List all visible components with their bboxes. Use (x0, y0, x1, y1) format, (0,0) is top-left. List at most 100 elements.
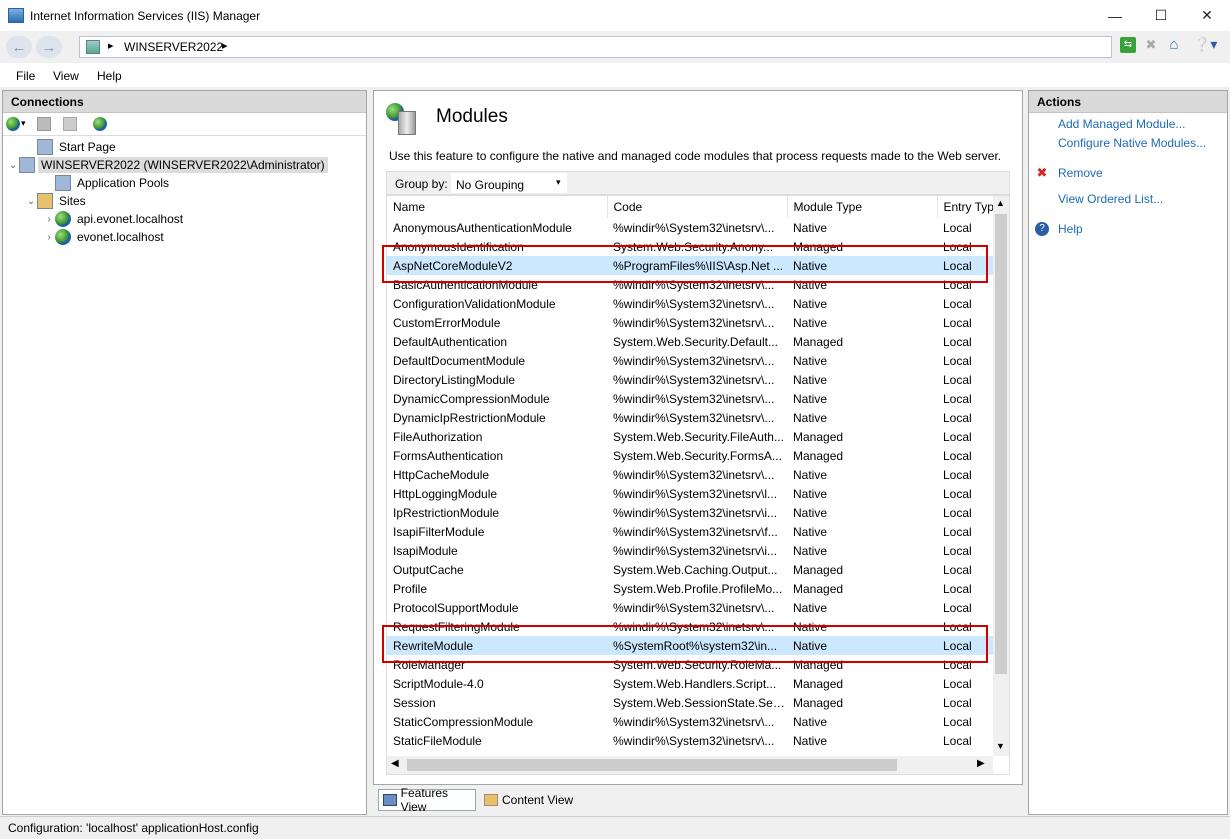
cell-name: Profile (393, 581, 428, 596)
tree-node[interactable]: › api.evonet.localhost (7, 210, 362, 228)
tree-node[interactable]: Start Page (7, 138, 362, 156)
forward-button[interactable]: → (36, 36, 62, 58)
expand-chevron-icon[interactable]: › (43, 232, 55, 243)
connect-globe-icon[interactable] (6, 117, 20, 131)
scroll-left-icon[interactable]: ◀ (391, 758, 399, 769)
actions-list: Add Managed Module... Configure Native Mo… (1029, 117, 1227, 241)
scroll-up-icon[interactable]: ▲ (996, 198, 1005, 208)
window-title: Internet Information Services (IIS) Mana… (30, 9, 261, 23)
table-row[interactable]: DefaultDocumentModule %windir%\System32\i… (387, 351, 995, 370)
tree-node[interactable]: Application Pools (7, 174, 362, 192)
column-header-name[interactable]: Name (387, 196, 608, 218)
table-row[interactable]: OutputCache System.Web.Caching.Output... M… (387, 560, 995, 579)
refresh-icon[interactable]: ⇆ (1120, 37, 1136, 53)
breadcrumb-server[interactable]: WINSERVER2022 (124, 40, 223, 54)
table-row[interactable]: DynamicCompressionModule %windir%\System3… (387, 389, 995, 408)
table-row[interactable]: StaticCompressionModule %windir%\System32… (387, 712, 995, 731)
table-row[interactable]: ScriptModule-4.0 System.Web.Handlers.Scri… (387, 674, 995, 693)
table-row[interactable]: AnonymousAuthenticationModule %windir%\Sy… (387, 218, 995, 237)
cell-module-type: Native (793, 296, 828, 311)
iis-app-icon (8, 8, 24, 23)
vertical-scrollbar[interactable]: ▲ ▼ (993, 196, 1009, 756)
scroll-right-icon[interactable]: ▶ (977, 758, 985, 769)
table-row[interactable]: StaticFileModule %windir%\System32\inetsr… (387, 731, 995, 750)
features-view-tab[interactable]: Features View (378, 786, 476, 814)
cell-module-type: Native (793, 714, 828, 729)
cell-name: ScriptModule-4.0 (393, 676, 484, 691)
cell-module-type: Native (793, 505, 828, 520)
table-row[interactable]: IsapiModule %windir%\System32\inetsrv\i..… (387, 541, 995, 560)
remove-icon: ✖ (1036, 165, 1048, 180)
column-header-entry-type[interactable]: Entry Typ (937, 196, 996, 218)
table-row[interactable]: FormsAuthentication System.Web.Security.F… (387, 446, 995, 465)
action-item[interactable]: Configure Native Modules... (1029, 136, 1227, 155)
action-item[interactable]: Add Managed Module... (1029, 117, 1227, 136)
address-box[interactable]: ▸ WINSERVER2022 ▸ (79, 36, 1112, 58)
cell-code: System.Web.Profile.ProfileMo... (613, 581, 783, 596)
cell-entry-type: Local (943, 600, 972, 615)
table-row[interactable]: DefaultAuthentication System.Web.Security… (387, 332, 995, 351)
group-by-select[interactable]: No Grouping ▾ (451, 173, 567, 193)
expand-chevron-icon[interactable]: ⌄ (7, 160, 19, 171)
table-row[interactable]: DirectoryListingModule %windir%\System32\… (387, 370, 995, 389)
table-row[interactable]: HttpCacheModule %windir%\System32\inetsrv… (387, 465, 995, 484)
stop-icon[interactable]: ✖ (1143, 37, 1159, 53)
home-icon[interactable]: ⌂ (1166, 36, 1182, 53)
up-level-icon[interactable] (63, 117, 77, 131)
cell-entry-type: Local (943, 562, 972, 577)
table-row[interactable]: ProtocolSupportModule %windir%\System32\i… (387, 598, 995, 617)
action-item[interactable]: View Ordered List... (1029, 192, 1227, 211)
disconnect-icon[interactable] (93, 117, 107, 131)
table-row[interactable]: Session System.Web.SessionState.Ses... Man… (387, 693, 995, 712)
column-header-code[interactable]: Code (607, 196, 788, 218)
table-row[interactable]: CustomErrorModule %windir%\System32\inets… (387, 313, 995, 332)
maximize-button[interactable]: ☐ (1138, 0, 1184, 31)
minimize-button[interactable]: — (1092, 0, 1138, 31)
table-row[interactable]: DynamicIpRestrictionModule %windir%\Syste… (387, 408, 995, 427)
cell-module-type: Native (793, 467, 828, 482)
status-text: Configuration: 'localhost' applicationHo… (8, 821, 259, 835)
expand-chevron-icon[interactable]: ⌄ (25, 196, 37, 207)
content-view-tab[interactable]: Content View (480, 789, 580, 811)
tree-node[interactable]: › evonet.localhost (7, 228, 362, 246)
table-row[interactable]: IpRestrictionModule %windir%\System32\ine… (387, 503, 995, 522)
cell-name: IpRestrictionModule (393, 505, 500, 520)
action-label: Add Managed Module... (1058, 117, 1186, 131)
connections-pane: Connections ▾ Start Page ⌄ WINSERVER2022 (… (2, 90, 367, 815)
horizontal-scrollbar[interactable]: ◀ ▶ (387, 756, 993, 774)
globe-icon (55, 211, 71, 227)
action-item[interactable]: ? Help (1029, 222, 1227, 241)
cell-code: %windir%\System32\inetsrv\... (613, 296, 775, 311)
cell-code: System.Web.SessionState.Ses... (613, 695, 787, 710)
table-row[interactable]: HttpLoggingModule %windir%\System32\inets… (387, 484, 995, 503)
cell-module-type: Native (793, 486, 828, 501)
table-row[interactable]: IsapiFilterModule %windir%\System32\inets… (387, 522, 995, 541)
close-button[interactable]: ✕ (1184, 0, 1230, 31)
content-view-label: Content View (502, 793, 574, 807)
cell-module-type: Native (793, 372, 828, 387)
table-row[interactable]: FileAuthorization System.Web.Security.Fil… (387, 427, 995, 446)
hscroll-thumb[interactable] (407, 759, 897, 771)
save-icon[interactable] (37, 117, 51, 131)
cell-code: %windir%\System32\inetsrv\... (613, 315, 775, 330)
menu-bar: File View Help (0, 63, 1230, 87)
scroll-thumb[interactable] (995, 214, 1007, 674)
scroll-down-icon[interactable]: ▼ (996, 741, 1005, 751)
tree-node[interactable]: ⌄ Sites (7, 192, 362, 210)
cell-code: %windir%\System32\inetsrv\... (613, 372, 775, 387)
menu-view[interactable]: View (53, 69, 79, 83)
cell-code: System.Web.Security.FormsA... (613, 448, 782, 463)
column-header-module-type[interactable]: Module Type (787, 196, 938, 218)
dropdown-chevron-icon[interactable]: ▾ (21, 118, 26, 129)
tree-node[interactable]: ⌄ WINSERVER2022 (WINSERVER2022\Administra… (7, 156, 362, 174)
table-row[interactable]: Profile System.Web.Profile.ProfileMo... Ma… (387, 579, 995, 598)
expand-chevron-icon[interactable]: › (43, 214, 55, 225)
action-item[interactable]: ✖ Remove (1029, 166, 1227, 185)
cell-entry-type: Local (943, 410, 972, 425)
table-row[interactable]: ConfigurationValidationModule %windir%\Sy… (387, 294, 995, 313)
help-dropdown-icon[interactable]: ❔▾ (1193, 36, 1221, 54)
cell-entry-type: Local (943, 505, 972, 520)
menu-file[interactable]: File (16, 69, 35, 83)
menu-help[interactable]: Help (97, 69, 122, 83)
back-button[interactable]: ← (6, 36, 32, 58)
